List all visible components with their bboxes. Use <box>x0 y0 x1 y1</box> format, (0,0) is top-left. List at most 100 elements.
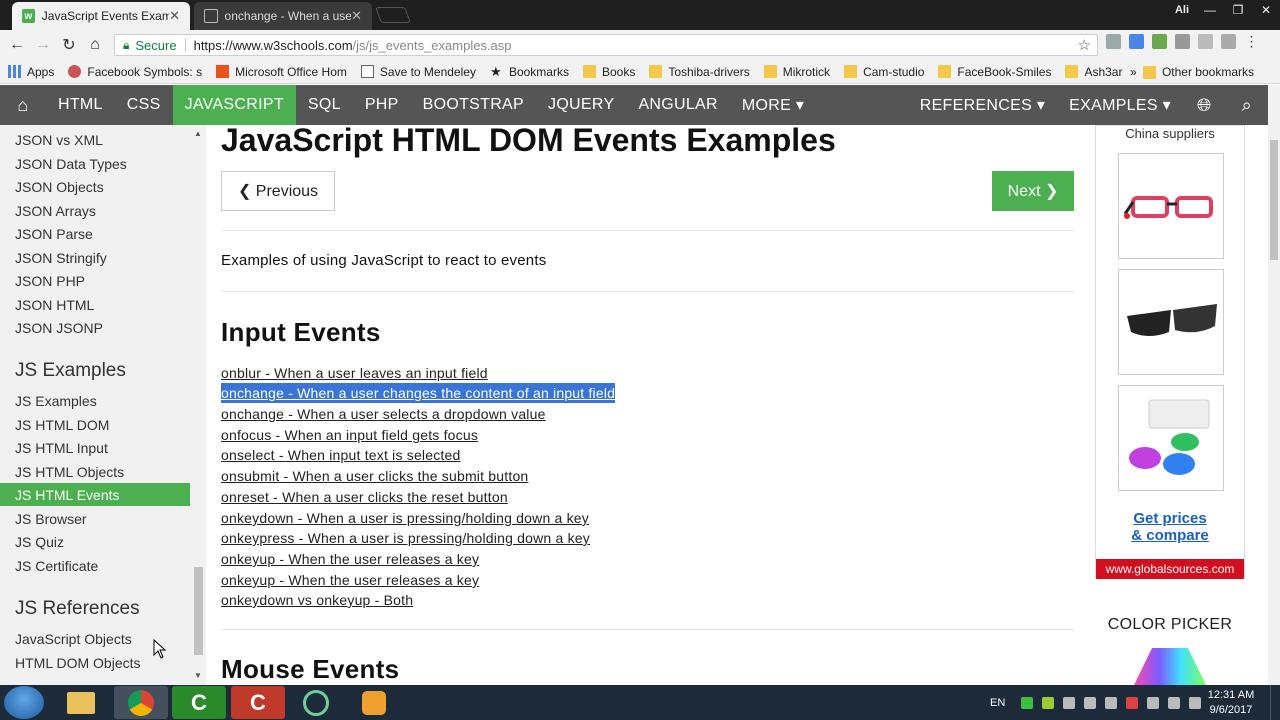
forward-arrow-icon[interactable]: → <box>30 36 56 54</box>
extension-icon[interactable] <box>1106 34 1121 49</box>
antivirus-icon[interactable] <box>1126 696 1139 709</box>
example-link[interactable]: onkeydown vs onkeyup - Both <box>221 590 413 610</box>
example-link[interactable]: onkeypress - When a user is pressing/hol… <box>221 528 590 548</box>
tab-onchange[interactable]: onchange - When a user ✕ <box>194 2 372 30</box>
bookmark-facebook-smiles[interactable]: FaceBook-Smiles <box>938 65 1051 79</box>
sidebar-item-json-jsonp[interactable]: JSON JSONP <box>15 320 103 336</box>
nav-jquery[interactable]: JQUERY <box>536 85 626 125</box>
recorder-icon[interactable] <box>347 686 401 719</box>
translate-icon[interactable] <box>1129 34 1144 49</box>
camtasia-icon[interactable]: C <box>172 686 226 719</box>
profile-chip[interactable]: Ali <box>1168 4 1196 16</box>
ad-product-image[interactable] <box>1118 269 1224 375</box>
sidebar-item-json-parse[interactable]: JSON Parse <box>15 226 93 242</box>
pen-icon[interactable] <box>1175 34 1190 49</box>
bookmark-ash3ar[interactable]: Ash3ar <box>1065 65 1122 79</box>
advertisement[interactable]: China suppliers Get prices & compare www… <box>1095 125 1245 579</box>
volume-icon[interactable] <box>1189 696 1202 709</box>
globe-icon[interactable]: 🌐︎ <box>1183 85 1226 125</box>
tab-javascript-events[interactable]: w JavaScript Events Exampl ✕ <box>12 2 190 30</box>
example-link[interactable]: onkeydown - When a user is pressing/hold… <box>221 508 589 528</box>
sidebar-item-json-data-types[interactable]: JSON Data Types <box>15 156 127 172</box>
new-tab-button[interactable] <box>375 7 411 23</box>
bookmark-cam-studio[interactable]: Cam-studio <box>844 65 924 79</box>
close-window-icon[interactable]: ✕ <box>1252 3 1280 17</box>
atom-icon[interactable] <box>289 686 343 719</box>
example-link[interactable]: onkeyup - When the user releases a key <box>221 549 479 569</box>
tray-app-icon[interactable] <box>1042 696 1055 709</box>
nav-css[interactable]: CSS <box>115 85 173 125</box>
home-icon[interactable]: ⌂ <box>0 85 46 125</box>
bookmark-bookmarks[interactable]: ★ Bookmarks <box>490 65 569 79</box>
ad-product-image[interactable] <box>1118 385 1224 491</box>
nav-references[interactable]: REFERENCES ▾ <box>908 85 1057 125</box>
home-icon[interactable]: ⌂ <box>82 36 108 54</box>
sidebar-item-json-html[interactable]: JSON HTML <box>15 297 94 313</box>
sidebar-item-json-stringify[interactable]: JSON Stringify <box>15 250 107 266</box>
bookmark-apps[interactable]: Apps <box>8 65 54 79</box>
display-icon[interactable] <box>1168 696 1181 709</box>
search-icon[interactable]: ⌕ <box>1226 85 1268 125</box>
nav-angular[interactable]: ANGULAR <box>626 85 729 125</box>
color-picker-hexagon-icon[interactable] <box>1134 648 1206 685</box>
sidebar-item-js-html-events[interactable]: JS HTML Events <box>15 487 120 503</box>
nav-more[interactable]: MORE ▾ <box>730 85 816 125</box>
ad-footer[interactable]: www.globalsources.com <box>1096 559 1244 579</box>
flag-icon[interactable] <box>1105 696 1118 709</box>
example-link[interactable]: onchange - When a user selects a dropdow… <box>221 404 546 424</box>
chevron-down-icon[interactable] <box>1221 34 1236 49</box>
example-link-selected[interactable]: onchange - When a user changes the conte… <box>221 383 616 403</box>
example-link[interactable]: onfocus - When an input field gets focus <box>221 425 478 445</box>
restore-icon[interactable]: ❐ <box>1224 3 1252 17</box>
example-link[interactable]: onblur - When a user leaves an input fie… <box>221 363 488 383</box>
back-arrow-icon[interactable]: ← <box>4 36 30 54</box>
close-tab-icon[interactable]: ✕ <box>351 8 362 24</box>
bookmark-facebook-symbols[interactable]: Facebook Symbols: s <box>68 65 202 79</box>
reload-icon[interactable]: ↻ <box>56 35 82 55</box>
bookmark-star-icon[interactable]: ☆ <box>1078 36 1091 54</box>
network-icon[interactable] <box>1063 696 1076 709</box>
shield-icon[interactable] <box>1147 696 1160 709</box>
editor-icon[interactable]: C <box>231 686 285 719</box>
nav-html[interactable]: HTML <box>46 85 115 125</box>
chrome-icon[interactable] <box>114 686 168 719</box>
menu-dots-icon[interactable]: ⋮ <box>1244 34 1259 49</box>
nav-examples[interactable]: EXAMPLES ▾ <box>1057 85 1183 125</box>
other-bookmarks[interactable]: Other bookmarks <box>1142 60 1254 84</box>
sidebar-item-json-vs-xml[interactable]: JSON vs XML <box>15 132 103 148</box>
nav-sql[interactable]: SQL <box>296 85 353 125</box>
nav-javascript[interactable]: JAVASCRIPT <box>172 85 296 125</box>
sidebar-item-js-html-objects[interactable]: JS HTML Objects <box>15 464 124 480</box>
sidebar-item-js-html-input[interactable]: JS HTML Input <box>15 440 108 456</box>
next-button[interactable]: Next ❯ <box>992 171 1074 211</box>
minimize-icon[interactable]: — <box>1196 3 1224 17</box>
sidebar-item-html-dom-objects[interactable]: HTML DOM Objects <box>15 655 141 671</box>
bookmark-mendeley[interactable]: Save to Mendeley <box>360 65 476 79</box>
bookmarks-overflow-icon[interactable]: » <box>1130 60 1137 84</box>
camtasia-tray-icon[interactable] <box>1021 696 1034 709</box>
show-desktop-button[interactable] <box>1270 685 1280 720</box>
example-link[interactable]: onreset - When a user clicks the reset b… <box>221 487 508 507</box>
system-clock[interactable]: 12:31 AM 9/6/2017 <box>1206 688 1256 718</box>
sidebar-item-js-quiz[interactable]: JS Quiz <box>15 534 64 550</box>
sidebar-item-json-objects[interactable]: JSON Objects <box>15 179 104 195</box>
example-link[interactable]: onsubmit - When a user clicks the submit… <box>221 466 528 486</box>
language-indicator[interactable]: EN <box>990 697 1005 709</box>
scroll-up-arrow-icon[interactable]: ▲ <box>194 129 202 138</box>
windows-start-icon[interactable] <box>4 686 44 719</box>
example-link[interactable]: onselect - When input text is selected <box>221 445 461 465</box>
file-explorer-icon[interactable] <box>54 686 108 719</box>
nav-php[interactable]: PHP <box>353 85 411 125</box>
page-scroll-thumb[interactable] <box>1270 140 1278 260</box>
sidebar-item-js-html-dom[interactable]: JS HTML DOM <box>15 417 109 433</box>
previous-button[interactable]: ❮ Previous <box>221 171 335 211</box>
sidebar-item-js-certificate[interactable]: JS Certificate <box>15 558 98 574</box>
sidebar-item-js-browser[interactable]: JS Browser <box>15 511 87 527</box>
sidebar-item-json-php[interactable]: JSON PHP <box>15 273 85 289</box>
keyboard-icon[interactable] <box>1084 696 1097 709</box>
nav-bootstrap[interactable]: BOOTSTRAP <box>411 85 536 125</box>
bookmark-microsoft-office[interactable]: Microsoft Office Hom <box>216 65 347 79</box>
sidebar-item-json-arrays[interactable]: JSON Arrays <box>15 203 96 219</box>
address-bar[interactable]: 🔒︎ Secure https://www.w3schools.com /js/… <box>114 34 1098 56</box>
ad-get-prices-link[interactable]: Get prices & compare <box>1096 510 1244 544</box>
